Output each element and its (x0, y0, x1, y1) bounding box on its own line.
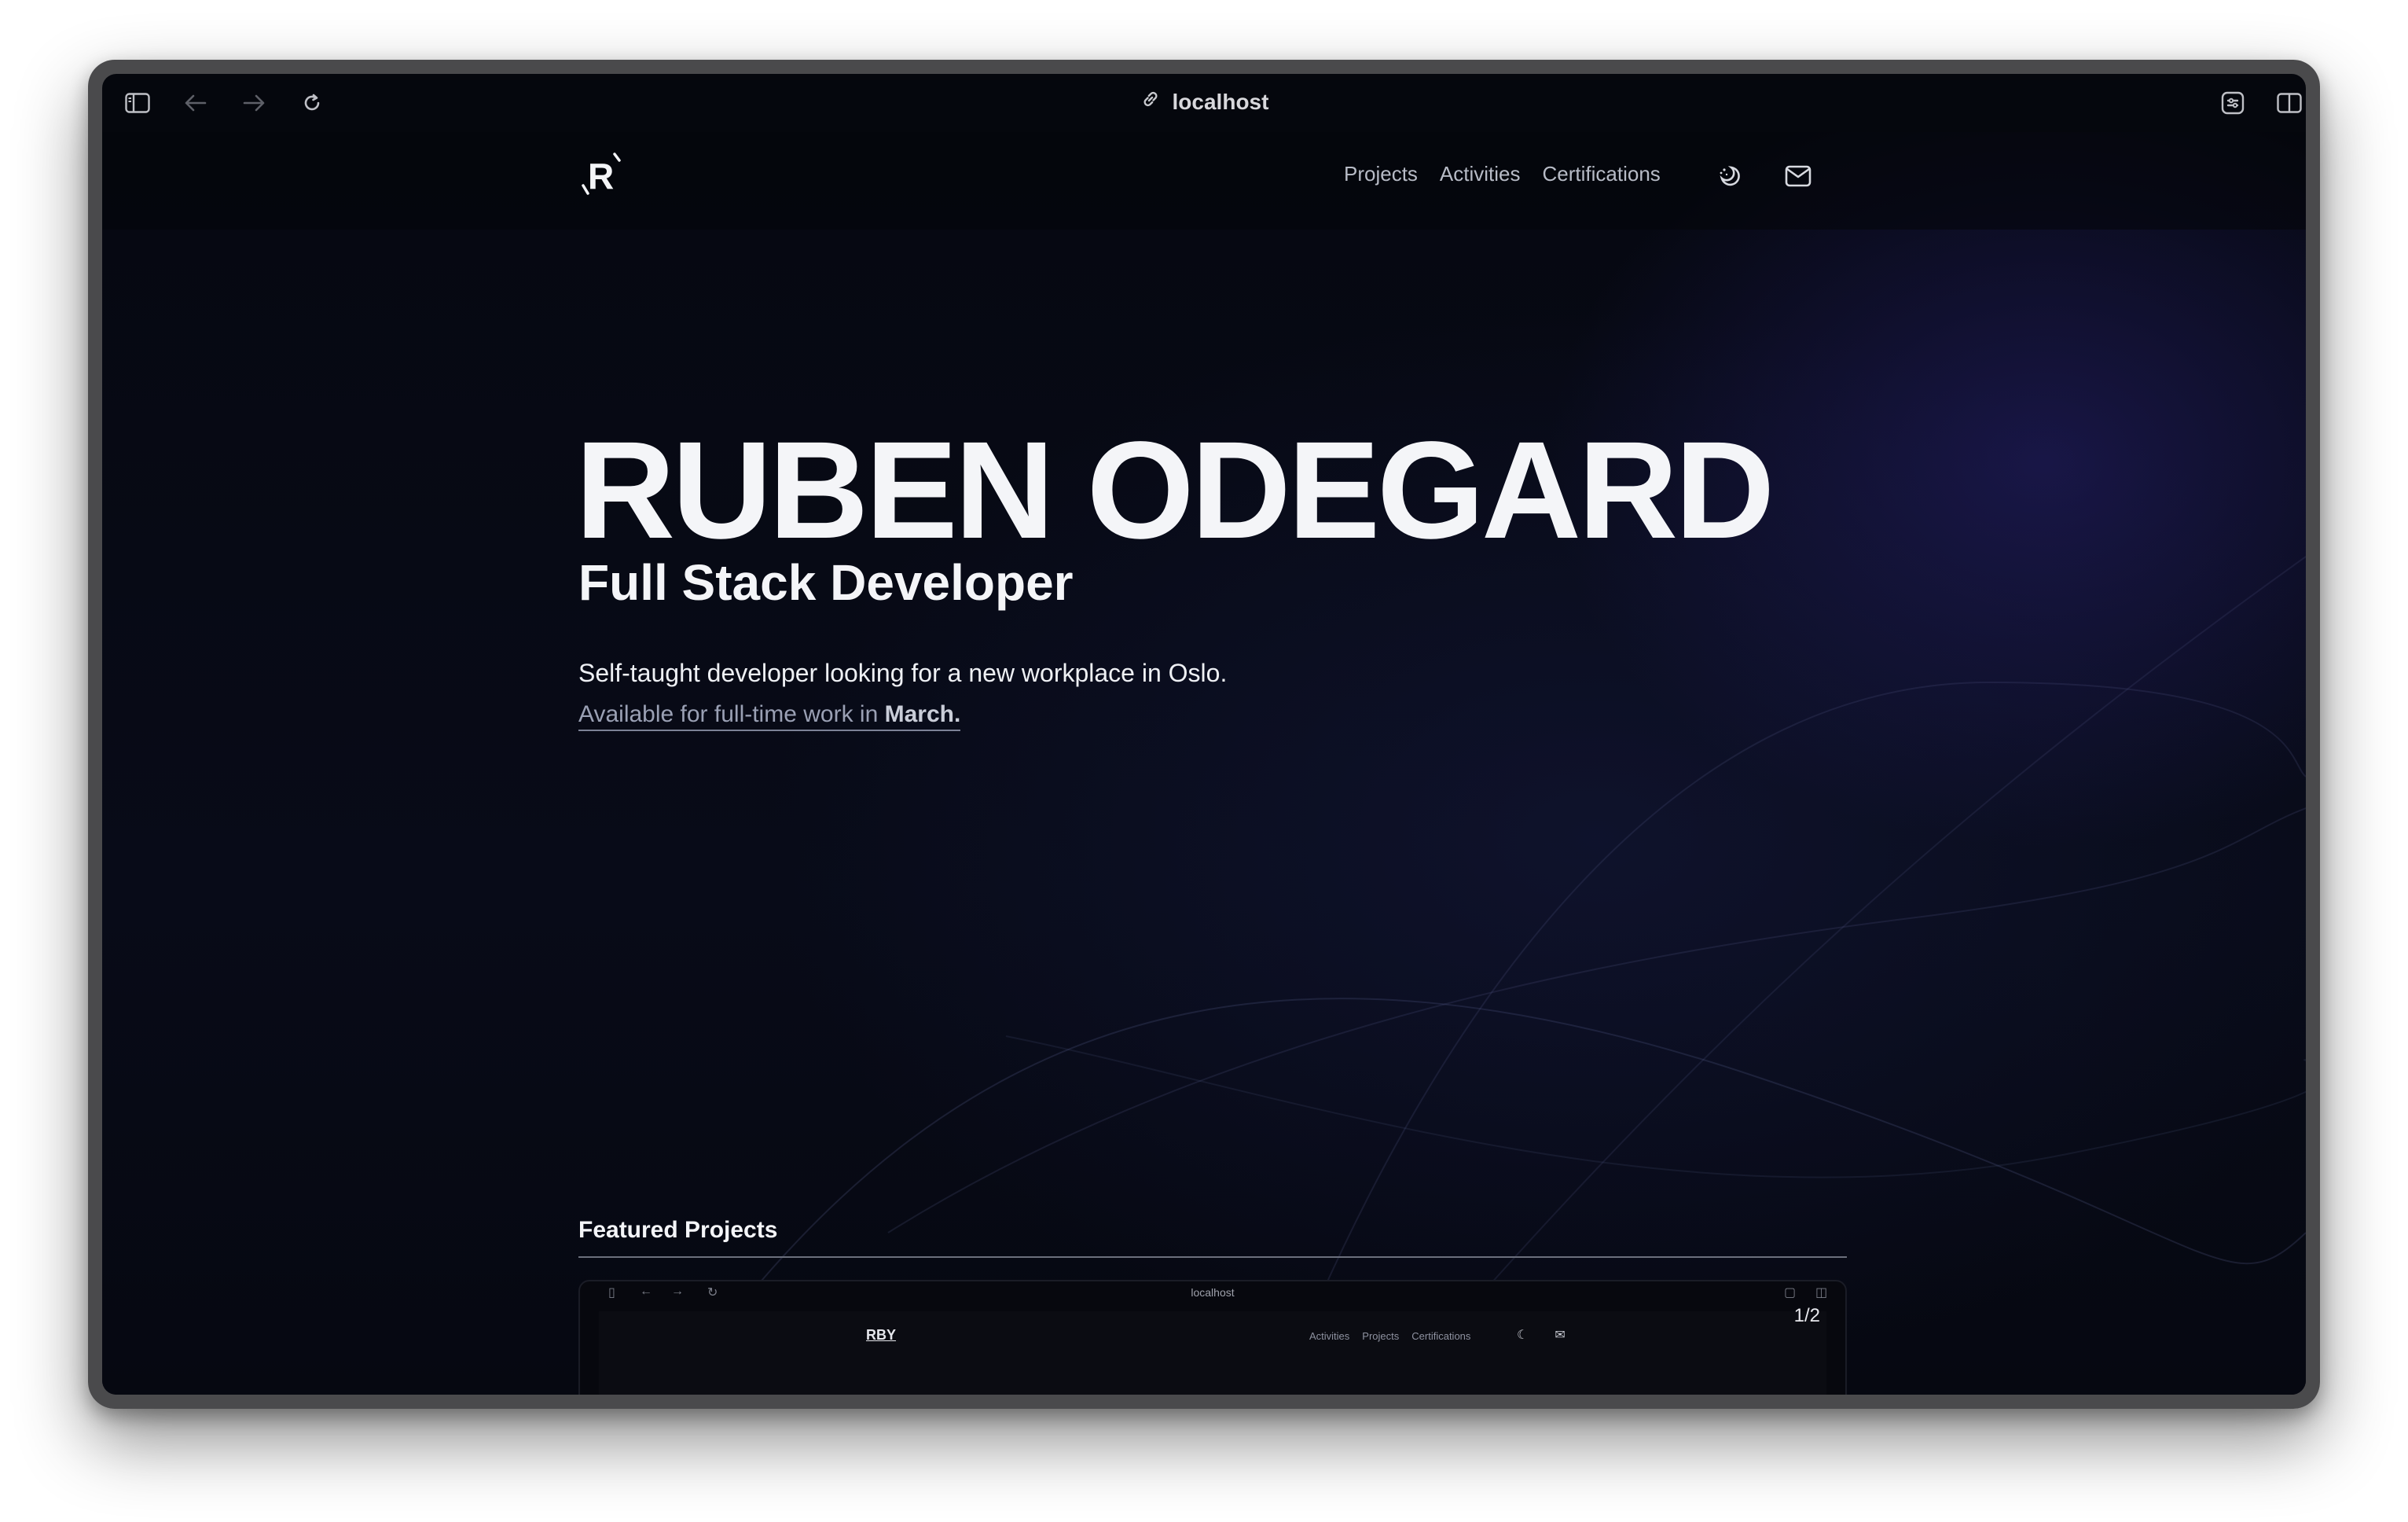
preview-split-icon: ◫ (1815, 1286, 1828, 1300)
nav-projects[interactable]: Projects (1344, 162, 1418, 186)
preview-theme-icon: ☾ (1517, 1329, 1529, 1342)
browser-toolbar: localhost (102, 74, 2306, 132)
preview-nav-activities: Activities (1309, 1330, 1350, 1342)
extensions-icon[interactable] (2216, 86, 2249, 119)
preview-mail-icon: ✉ (1555, 1329, 1566, 1342)
nav-certifications[interactable]: Certifications (1543, 162, 1661, 186)
address-bar[interactable]: localhost (102, 88, 2306, 116)
preview-nav-certifications: Certifications (1411, 1330, 1471, 1342)
project-preview-card[interactable]: ▯ ← → ↻ localhost ▢ ◫ RBY Activities Pro… (578, 1280, 1847, 1395)
link-icon (1140, 88, 1162, 116)
svg-text:R: R (588, 156, 614, 197)
mail-icon[interactable] (1781, 159, 1815, 193)
preview-logo: RBY (866, 1327, 897, 1343)
preview-extensions-icon: ▢ (1784, 1286, 1797, 1300)
url-text: localhost (1172, 89, 1269, 114)
site-navbar: R Projects Activities Certifications (102, 132, 2306, 230)
preview-url: localhost (1191, 1286, 1235, 1299)
hero-description: Self-taught developer looking for a new … (578, 659, 1228, 687)
site-nav-links: Projects Activities Certifications (1344, 162, 1661, 186)
featured-projects-title: Featured Projects (578, 1217, 778, 1243)
preview-nav-links: Activities Projects Certifications (1309, 1330, 1470, 1342)
preview-navbar: RBY Activities Projects Certifications ☾… (599, 1311, 1826, 1395)
background-curves (699, 556, 2306, 1391)
preview-nav-icons: ☾ ✉ (1517, 1327, 1566, 1343)
browser-window: localhost R Projects Activities Certific… (88, 60, 2320, 1409)
carousel-counter: 1/2 (1793, 1305, 1820, 1326)
availability-text: Available for full-time work in (578, 701, 885, 727)
hero-role: Full Stack Developer (578, 554, 1074, 611)
browser-screen: localhost R Projects Activities Certific… (102, 74, 2306, 1395)
availability-link[interactable]: Available for full-time work in March. (578, 701, 961, 731)
preview-nav-projects: Projects (1362, 1330, 1400, 1342)
split-view-icon[interactable] (2273, 86, 2306, 119)
hero-name: RUBEN ODEGARD (575, 414, 1775, 568)
site-logo[interactable]: R (580, 149, 632, 197)
availability-month: March. (884, 701, 961, 727)
section-divider (578, 1256, 1847, 1258)
nav-activities[interactable]: Activities (1440, 162, 1521, 186)
theme-toggle-icon[interactable] (1712, 159, 1746, 193)
website: R Projects Activities Certifications RUB… (102, 132, 2306, 1395)
